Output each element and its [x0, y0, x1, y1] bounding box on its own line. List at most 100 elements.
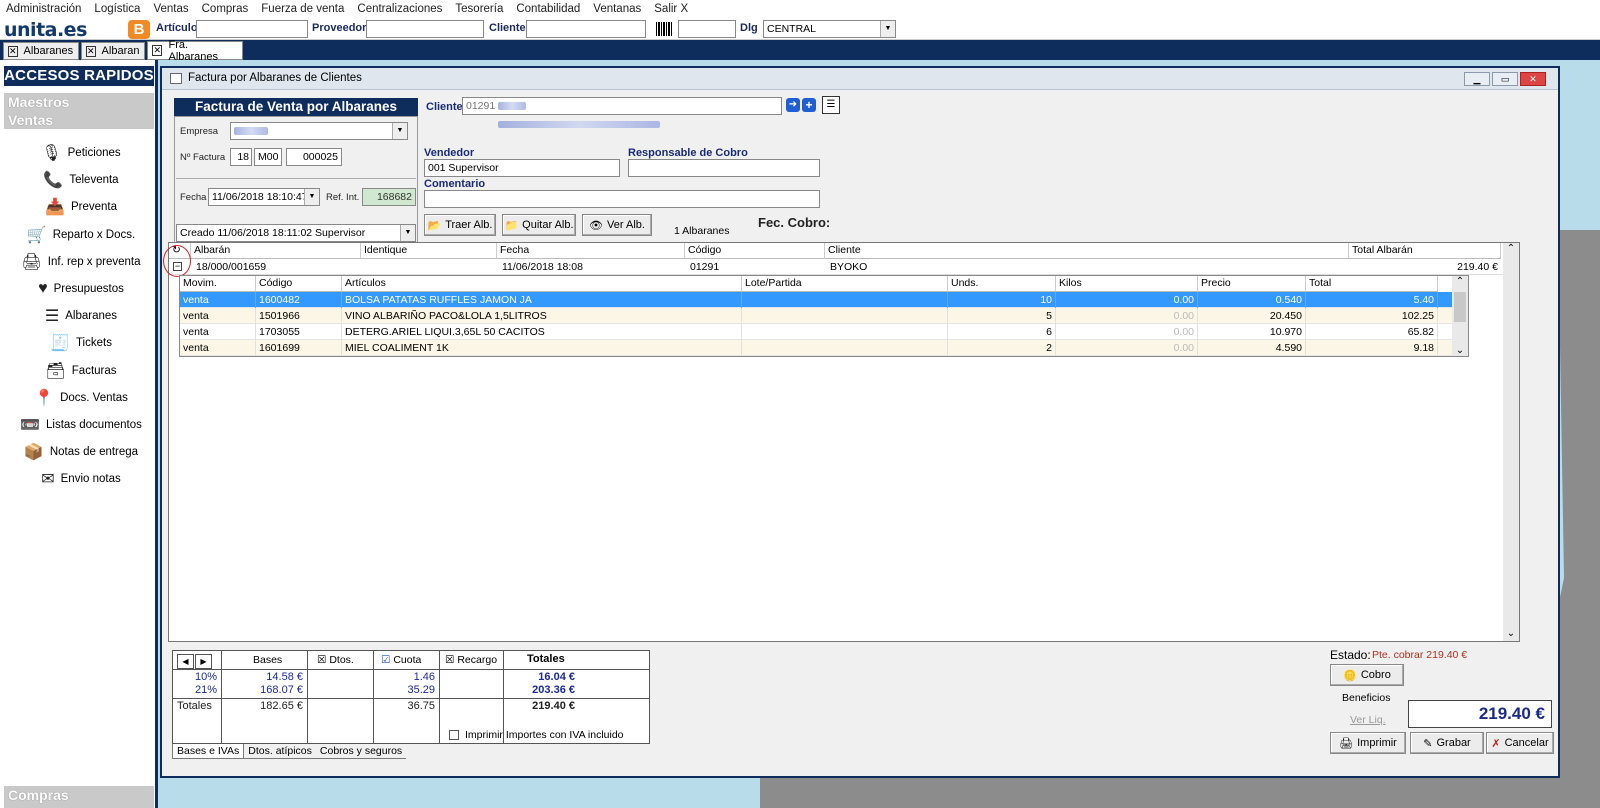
menu-item[interactable]: Ventanas: [593, 3, 641, 15]
menu-item[interactable]: Tesorería: [455, 3, 503, 15]
menu-item[interactable]: Ventas: [153, 3, 188, 15]
tab-fra-albaranes[interactable]: ✕ Fra. Albaranes: [147, 39, 243, 63]
dtos-header[interactable]: ☒ Dtos.: [317, 654, 354, 666]
sidebar-item[interactable]: 🎙 Peticiones: [8, 142, 154, 164]
sidebar-item[interactable]: 📦 Notas de entrega: [8, 441, 154, 463]
menu-item[interactable]: Logística: [94, 3, 140, 15]
sidebar-item[interactable]: 📞 Televenta: [8, 169, 154, 191]
grid-scrollbar[interactable]: ⌃ ⌄: [1503, 243, 1519, 641]
plus-icon[interactable]: +: [802, 98, 816, 112]
sidebar-item[interactable]: ✉ Envio notas: [8, 468, 154, 490]
col-cliente[interactable]: Cliente: [825, 243, 1349, 259]
sidebar-item[interactable]: ♥ Presupuestos: [8, 278, 154, 300]
chevron-down-icon[interactable]: ▼: [392, 123, 407, 139]
sidebar-section-ventas[interactable]: Ventas: [4, 111, 154, 129]
iva-checkbox[interactable]: [449, 730, 459, 740]
tab-albaranes[interactable]: ✕ Albaranes: [3, 42, 79, 60]
list-icon[interactable]: ☰: [822, 96, 840, 114]
next-icon[interactable]: ▶: [195, 654, 212, 669]
col-fecha[interactable]: Fecha: [497, 243, 685, 259]
checkbox-icon[interactable]: ☒: [445, 654, 454, 666]
ver-liq-link[interactable]: Ver Liq.: [1350, 714, 1386, 726]
sidebar-item[interactable]: 📍 Docs. Ventas: [8, 387, 154, 409]
tab-bases-ivas[interactable]: Bases e IVAs: [172, 744, 245, 759]
close-icon[interactable]: ✕: [8, 45, 18, 57]
menu-item[interactable]: Fuerza de venta: [261, 3, 344, 15]
sidebar-item[interactable]: 🗃 Facturas: [8, 360, 154, 382]
col-identique[interactable]: Identique: [361, 243, 497, 259]
responsable-input[interactable]: [628, 159, 820, 177]
proveedor-input[interactable]: [366, 20, 484, 38]
minimize-button[interactable]: ▁: [1464, 72, 1490, 86]
close-icon[interactable]: ✕: [152, 45, 163, 56]
imprimir-button[interactable]: 🖨 Imprimir: [1330, 732, 1406, 754]
checkbox-icon[interactable]: ☒: [317, 654, 326, 666]
menu-item[interactable]: Salir X: [654, 3, 688, 15]
col-movim[interactable]: Movim.: [180, 276, 256, 292]
tab-dtos-atipicos[interactable]: Dtos. atípicos: [244, 744, 316, 759]
tab-cobros-seguros[interactable]: Cobros y seguros: [315, 744, 407, 759]
scroll-up-icon[interactable]: ⌃: [1503, 243, 1519, 254]
recargo-header[interactable]: ☒ Recargo: [445, 654, 497, 666]
articulo-input[interactable]: [196, 20, 308, 38]
nfactura-number[interactable]: 000025: [286, 148, 342, 166]
grabar-button[interactable]: ✎ Grabar: [1410, 732, 1484, 754]
col-albaran[interactable]: Albarán: [191, 243, 361, 259]
sidebar-section-maestros[interactable]: Maestros: [4, 93, 154, 111]
col-lote[interactable]: Lote/Partida: [742, 276, 948, 292]
barcode-icon[interactable]: [656, 22, 672, 36]
checkbox-icon[interactable]: ☑: [381, 654, 390, 666]
col-kilos[interactable]: Kilos: [1056, 276, 1198, 292]
col-precio[interactable]: Precio: [1198, 276, 1306, 292]
cuota-header[interactable]: ☑ Cuota: [381, 654, 421, 666]
nfactura-year[interactable]: 18: [230, 148, 252, 166]
cobro-button[interactable]: 🪙 Cobro: [1330, 664, 1404, 686]
vendedor-input[interactable]: 001 Supervisor: [424, 159, 620, 177]
col-total-albaran[interactable]: Total Albarán: [1349, 243, 1501, 259]
menu-item[interactable]: Contabilidad: [516, 3, 580, 15]
maximize-button[interactable]: ▭: [1492, 72, 1518, 86]
table-row[interactable]: venta 1600482 BOLSA PATATAS RUFFLES JAMON …: [180, 292, 1452, 308]
sidebar-item[interactable]: 🖨 Inf. rep x preventa: [8, 251, 154, 273]
col-unds[interactable]: Unds.: [948, 276, 1056, 292]
creado-select[interactable]: Creado 11/06/2018 18:11:02 Supervisor ▼: [176, 224, 416, 242]
menu-item[interactable]: Compras: [202, 3, 249, 15]
arrow-right-icon[interactable]: ➜: [786, 98, 800, 112]
cliente-input[interactable]: 01291: [462, 97, 782, 115]
col-codigo[interactable]: Código: [685, 243, 825, 259]
close-icon[interactable]: ✕: [86, 45, 96, 57]
prev-icon[interactable]: ◀: [177, 654, 194, 669]
empresa-select[interactable]: ▼: [230, 122, 408, 140]
tab-albaran[interactable]: ✕ Albaran: [81, 42, 145, 60]
menu-item[interactable]: Centralizaciones: [357, 3, 442, 15]
col-codigo[interactable]: Código: [256, 276, 342, 292]
scroll-down-icon[interactable]: ⌄: [1452, 345, 1468, 356]
subgrid-scrollbar[interactable]: ⌃ ⌄: [1452, 276, 1468, 356]
chevron-down-icon[interactable]: ▼: [304, 189, 319, 205]
table-row[interactable]: venta 1601699 MIEL COALIMENT 1K 2 0.00 4.590 9…: [180, 340, 1452, 356]
comentario-input[interactable]: [424, 190, 820, 208]
cliente-input[interactable]: [526, 20, 646, 38]
ver-alb-button[interactable]: 👁 Ver Alb.: [582, 214, 652, 236]
col-total[interactable]: Total: [1306, 276, 1438, 292]
sidebar-section-compras[interactable]: Compras: [4, 786, 154, 808]
sidebar-item[interactable]: ☰ Albaranes: [8, 305, 154, 327]
chevron-down-icon[interactable]: ▼: [400, 225, 415, 241]
nfactura-serie[interactable]: M00: [254, 148, 282, 166]
sidebar-item[interactable]: 📼 Listas documentos: [8, 414, 154, 436]
table-row[interactable]: venta 1703055 DETERG.ARIEL LIQUI.3,65L 50 …: [180, 324, 1452, 340]
barcode-input[interactable]: [678, 20, 736, 38]
cancelar-button[interactable]: ✗ Cancelar: [1486, 732, 1554, 754]
traer-alb-button[interactable]: 📂 Traer Alb.: [424, 214, 496, 236]
close-window-button[interactable]: ✕: [1520, 72, 1546, 86]
sidebar-item[interactable]: 🛒 Reparto x Docs.: [8, 224, 154, 246]
scroll-up-icon[interactable]: ⌃: [1452, 276, 1468, 287]
table-row[interactable]: − 18/000/001659 11/06/2018 18:08 01291 B…: [163, 245, 1503, 277]
quitar-alb-button[interactable]: 📁 Quitar Alb.: [502, 214, 576, 236]
menu-item[interactable]: Administración: [6, 3, 81, 15]
dlg-select[interactable]: CENTRAL ▼: [763, 20, 896, 38]
col-articulos[interactable]: Artículos: [342, 276, 742, 292]
scroll-thumb[interactable]: [1454, 292, 1466, 322]
sidebar-item[interactable]: 🧾 Tickets: [8, 332, 154, 354]
sidebar-item[interactable]: 📥 Preventa: [8, 196, 154, 218]
